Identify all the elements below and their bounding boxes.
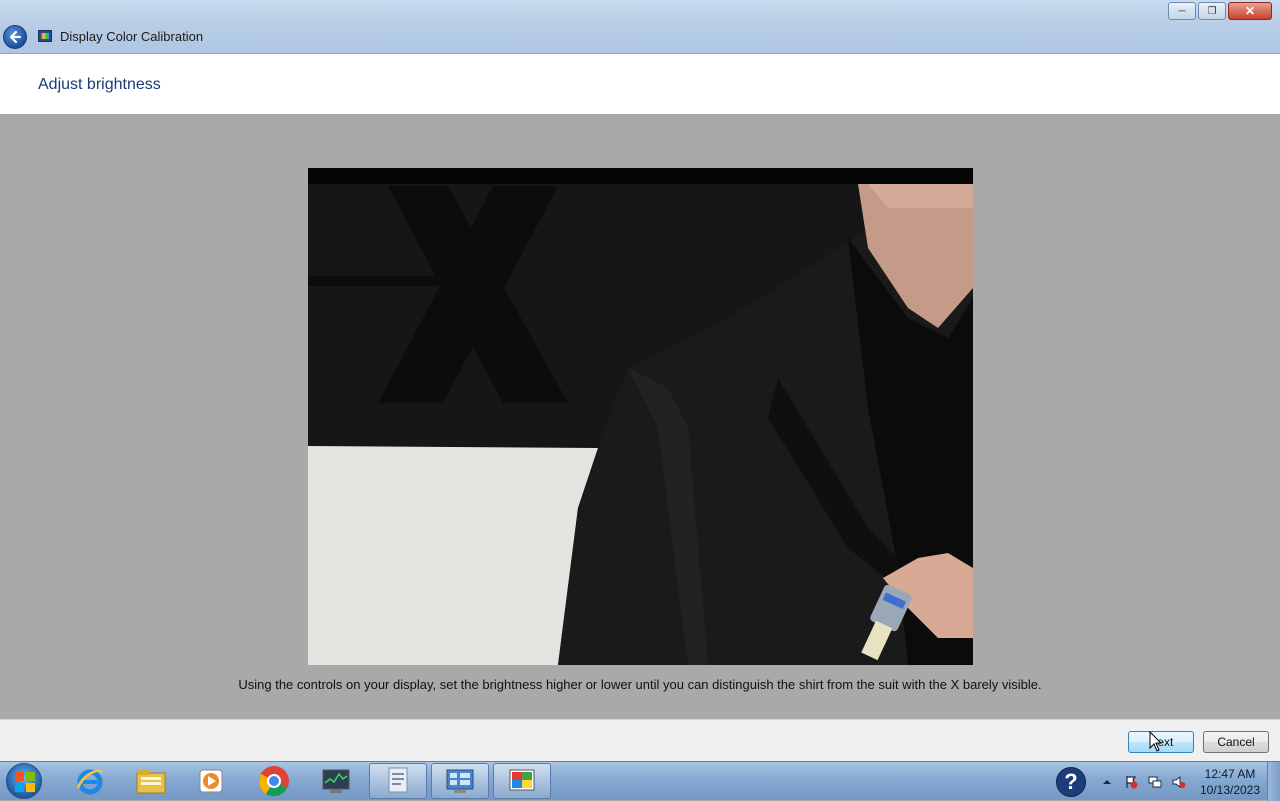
taskbar-task-manager[interactable] [307,763,365,799]
taskbar-control-panel[interactable] [431,763,489,799]
clock-time: 12:47 AM [1204,767,1256,781]
back-button[interactable] [3,25,27,49]
calibration-content: Using the controls on your display, set … [0,114,1280,719]
document-icon [388,767,408,793]
close-icon: ✕ [1244,4,1256,18]
system-clock[interactable]: 12:47 AM 10/13/2023 [1195,766,1265,798]
brightness-reference-image [308,168,973,665]
display-calibration-icon [38,30,52,42]
window-title: Display Color Calibration [60,29,204,44]
taskbar-file-explorer[interactable] [122,763,180,799]
control-panel-icon [446,769,474,793]
windows-logo-icon [15,772,35,792]
back-arrow-icon [9,30,22,44]
file-explorer-icon [136,770,166,794]
close-button[interactable]: ✕ [1228,2,1272,20]
task-manager-icon [322,769,350,793]
minimize-button[interactable]: ─ [1168,2,1196,20]
restore-icon: ❐ [1207,5,1217,17]
show-hidden-icons-icon[interactable] [1100,775,1114,789]
minimize-icon: ─ [1178,5,1186,17]
cancel-button[interactable]: Cancel [1203,731,1269,753]
show-desktop-button[interactable] [1267,762,1280,801]
action-center-flag-icon[interactable] [1124,775,1138,789]
chrome-icon [259,766,289,797]
page-header: Adjust brightness [0,54,1280,114]
mouse-cursor-icon [1149,731,1163,752]
taskbar-color-calibration[interactable] [493,763,551,799]
media-player-icon [199,769,223,793]
color-calibration-icon [509,769,535,791]
network-icon[interactable] [1148,775,1162,789]
button-bar: Next Cancel [0,719,1280,761]
start-button[interactable] [6,763,42,799]
window-controls: ─ ❐ ✕ [1168,2,1272,20]
instruction-text: Using the controls on your display, set … [238,677,1042,692]
taskbar-document[interactable] [369,763,427,799]
page-title: Adjust brightness [38,76,161,93]
help-icon[interactable]: ? [1056,767,1086,797]
internet-explorer-icon [76,769,103,795]
title-bar: Display Color Calibration ─ ❐ ✕ [0,0,1280,54]
taskbar-chrome[interactable] [245,763,303,799]
taskbar: ? 12:47 AM 10/13/2023 [0,761,1280,801]
volume-muted-icon[interactable] [1172,775,1186,789]
reference-photo [308,168,973,665]
restore-button[interactable]: ❐ [1198,2,1226,20]
taskbar-media-player[interactable] [182,763,240,799]
taskbar-internet-explorer[interactable] [61,763,119,799]
clock-date: 10/13/2023 [1199,783,1261,797]
